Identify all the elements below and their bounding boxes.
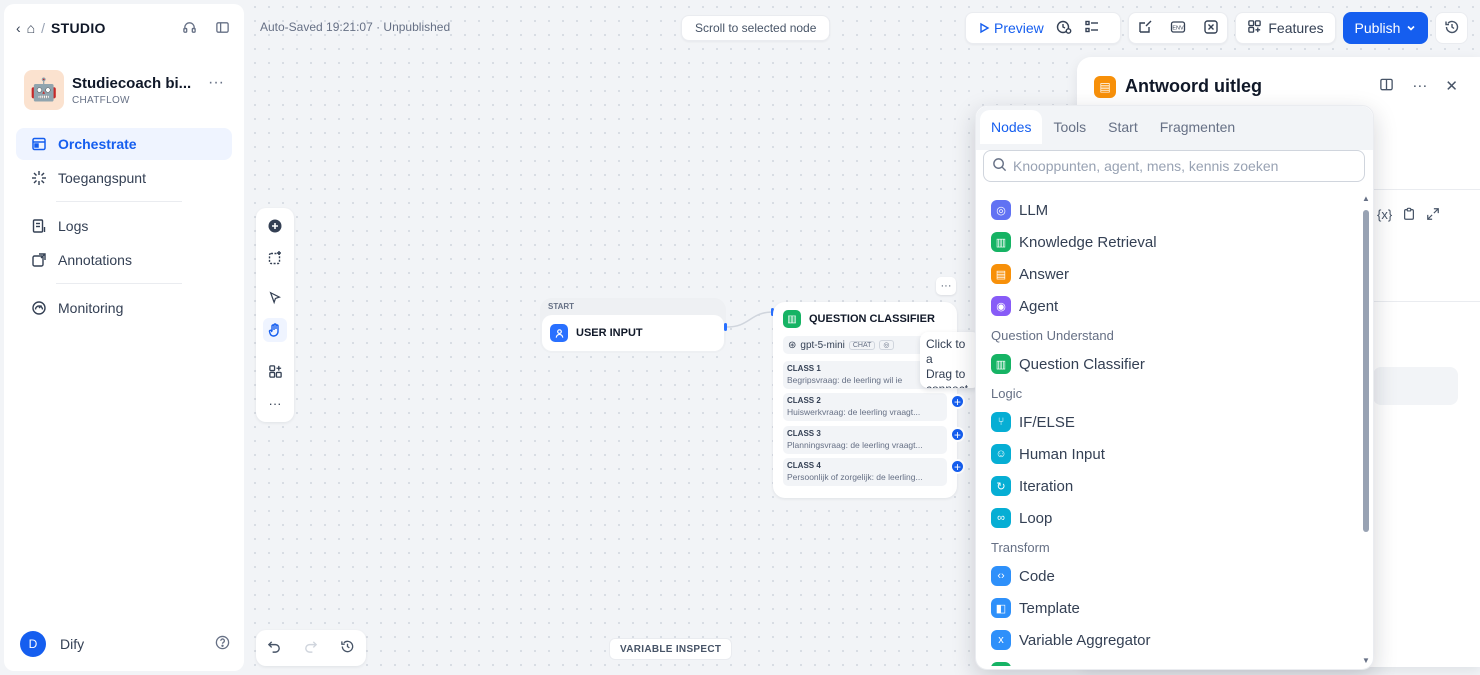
block-item-label: Doc Extractor: [1019, 664, 1110, 667]
panel-title[interactable]: Antwoord uitleg: [1125, 76, 1262, 97]
block-item-doc-extractor[interactable]: ▤ Doc Extractor: [976, 656, 1361, 666]
block-item-label: IF/ELSE: [1019, 413, 1075, 431]
block-item-loop[interactable]: ∞ Loop: [976, 502, 1361, 534]
scroll-up-icon[interactable]: ▲: [1362, 194, 1370, 203]
scrollbar[interactable]: ▲ ▼: [1361, 194, 1371, 665]
split-view-icon[interactable]: [1379, 77, 1394, 96]
block-list: ◎ LLM ▥ Knowledge Retrieval ▤ Answer ◉ Agent Que…: [976, 194, 1361, 666]
block-item-llm[interactable]: ◎ LLM: [976, 194, 1361, 226]
block-item-label: Code: [1019, 567, 1055, 585]
block-item-variable-aggregator[interactable]: x Variable Aggregator: [976, 624, 1361, 656]
block-item-label: Template: [1019, 599, 1080, 617]
add-next-node-button[interactable]: +: [950, 427, 965, 442]
loop-icon: ∞: [991, 508, 1011, 528]
block-item-iteration[interactable]: ↻ Iteration: [976, 470, 1361, 502]
question-classifier-icon: ▥: [783, 310, 801, 328]
block-item-code[interactable]: ‹› Code: [976, 560, 1361, 592]
block-category-label: Transform: [991, 539, 1050, 555]
model-tag: CHAT: [848, 340, 876, 350]
search-field: [983, 150, 1365, 182]
tooltip-line: connect: [926, 382, 974, 388]
block-item-label: Loop: [1019, 509, 1053, 527]
class-item: CLASS 3 Planningsvraag: de leerling vraa…: [783, 426, 947, 454]
class-description: Huiswerkvraag: de leerling vraagt...: [787, 407, 921, 417]
question-classifier-icon: ▥: [991, 354, 1011, 374]
scroll-down-icon[interactable]: ▼: [1362, 656, 1370, 665]
start-node-handle[interactable]: [724, 323, 727, 331]
tooltip-line: Click to a: [926, 337, 966, 366]
if-else-icon: ⑂: [991, 412, 1011, 432]
class-description: Persoonlijk of zorgelijk: de leerling...: [787, 472, 923, 482]
block-item-label: LLM: [1019, 201, 1049, 219]
doc-extractor-icon: ▤: [991, 662, 1011, 666]
block-item-knowledge-retrieval[interactable]: ▥ Knowledge Retrieval: [976, 226, 1361, 258]
more-icon[interactable]: ···: [1412, 77, 1427, 96]
handle-tooltip: Click to a Drag to connect: [920, 332, 980, 388]
classifier-node-title: QUESTION CLASSIFIER: [809, 313, 935, 325]
search-input[interactable]: [1013, 158, 1353, 174]
block-category-label: Logic: [991, 385, 1023, 401]
tooltip-line: Drag to: [926, 367, 966, 381]
panel-field[interactable]: [1373, 367, 1458, 405]
answer-icon: ▤: [1094, 76, 1116, 98]
tab-fragmenten[interactable]: Fragmenten: [1149, 110, 1246, 144]
insert-variable-icon[interactable]: {x}: [1377, 207, 1392, 224]
expand-icon[interactable]: [1426, 207, 1440, 224]
block-item-label: Question Classifier: [1019, 355, 1145, 373]
node-more-icon[interactable]: ···: [936, 277, 956, 295]
class-title: CLASS 4: [787, 461, 821, 470]
block-item-agent[interactable]: ◉ Agent: [976, 290, 1361, 322]
llm-icon: ◎: [991, 200, 1011, 220]
block-item-label: Iteration: [1019, 477, 1074, 495]
model-name: gpt-5-mini: [800, 339, 845, 351]
human-input-icon: ☺: [991, 444, 1011, 464]
agent-icon: ◉: [991, 296, 1011, 316]
openai-icon: ⊛: [788, 339, 797, 351]
tab-nodes[interactable]: Nodes: [980, 110, 1043, 144]
close-icon[interactable]: ✕: [1445, 77, 1458, 96]
search-icon: [992, 157, 1007, 175]
add-next-node-button[interactable]: +: [950, 394, 965, 409]
divider: [1373, 189, 1480, 190]
copy-icon[interactable]: [1402, 207, 1416, 224]
edge-start-to-classifier: [726, 311, 774, 328]
block-item-label: Knowledge Retrieval: [1019, 233, 1157, 251]
add-next-node-button[interactable]: +: [950, 459, 965, 474]
class-title: CLASS 3: [787, 429, 821, 438]
start-node-title: USER INPUT: [576, 327, 643, 339]
block-category-label: Question Understand: [991, 327, 1114, 343]
block-item-if-else[interactable]: ⑂ IF/ELSE: [976, 406, 1361, 438]
variable-aggregator-icon: x: [991, 630, 1011, 650]
vision-icon: ◎: [879, 340, 894, 350]
block-item-label: Answer: [1019, 265, 1070, 283]
scrollbar-thumb[interactable]: [1363, 210, 1369, 532]
class-item: CLASS 4 Persoonlijk of zorgelijk: de lee…: [783, 458, 947, 486]
block-item-label: Variable Aggregator: [1019, 631, 1151, 649]
code-icon: ‹›: [991, 566, 1011, 586]
iteration-icon: ↻: [991, 476, 1011, 496]
template-icon: ◧: [991, 598, 1011, 618]
block-item-answer[interactable]: ▤ Answer: [976, 258, 1361, 290]
block-item-label: Agent: [1019, 297, 1059, 315]
start-node-caption: START: [548, 302, 575, 311]
tab-tools[interactable]: Tools: [1042, 110, 1097, 144]
class-title: CLASS 2: [787, 396, 821, 405]
knowledge-retrieval-icon: ▥: [991, 232, 1011, 252]
class-item: CLASS 2 Huiswerkvraag: de leerling vraag…: [783, 393, 947, 421]
block-selector-tabs: Nodes Tools Start Fragmenten: [980, 110, 1246, 144]
block-selector-popup: Nodes Tools Start Fragmenten ◎ LLM ▥ Knowle…: [975, 105, 1374, 670]
tab-start[interactable]: Start: [1097, 110, 1149, 144]
class-description: Planningsvraag: de leerling vraagt...: [787, 440, 923, 450]
user-input-icon: [550, 324, 568, 342]
block-item-question-classifier[interactable]: ▥ Question Classifier: [976, 348, 1361, 380]
block-item-human-input[interactable]: ☺ Human Input: [976, 438, 1361, 470]
answer-icon: ▤: [991, 264, 1011, 284]
block-item-label: Human Input: [1019, 445, 1105, 463]
block-item-template[interactable]: ◧ Template: [976, 592, 1361, 624]
divider: [1373, 301, 1480, 302]
start-node[interactable]: START USER INPUT: [540, 298, 726, 353]
